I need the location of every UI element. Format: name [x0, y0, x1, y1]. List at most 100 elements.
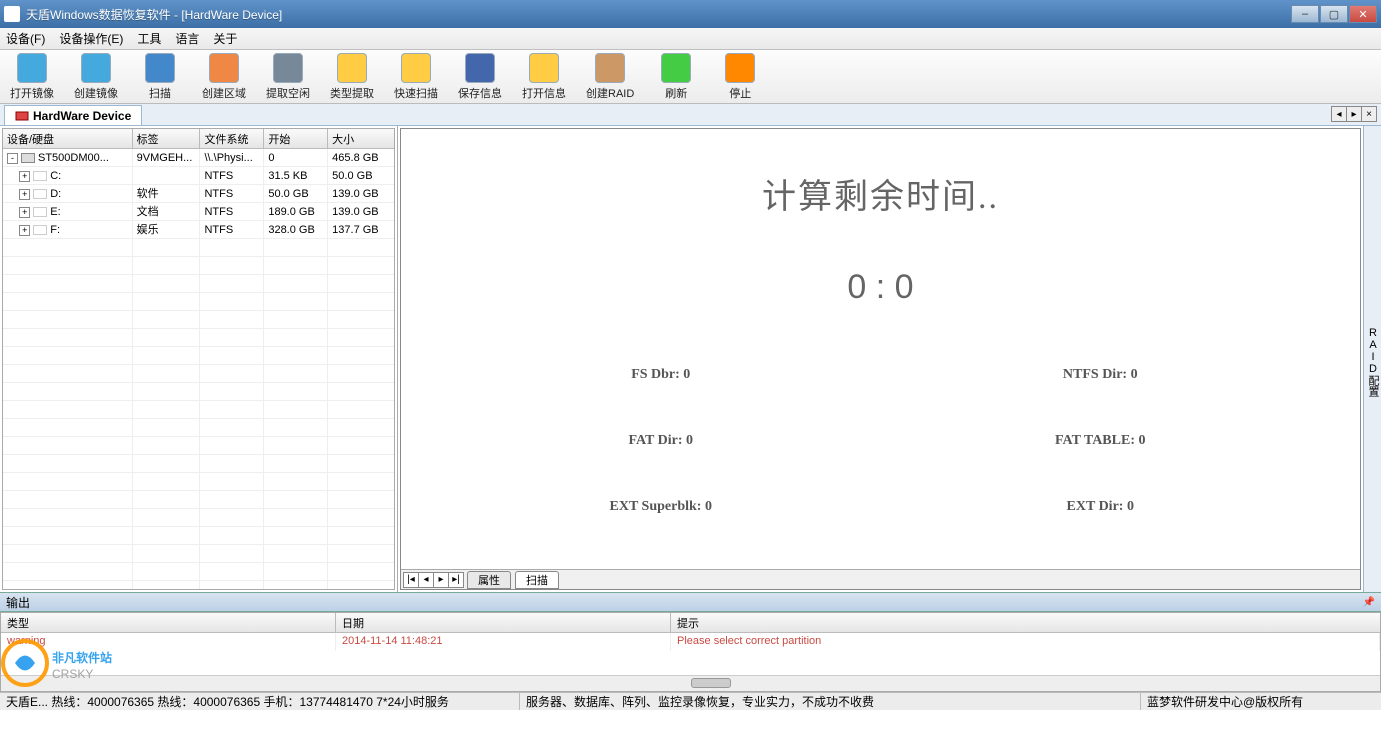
menu-device-ops[interactable]: 设备操作(E) [59, 30, 123, 47]
toolbar-stop-button[interactable]: 停止 [718, 53, 762, 101]
device-row-empty [3, 257, 394, 275]
pane-nav-prev[interactable]: ◂ [418, 572, 434, 588]
menu-language[interactable]: 语言 [175, 30, 199, 47]
toolbar-open-info-button[interactable]: 打开信息 [522, 53, 566, 101]
status-mid: 服务器、数据库、阵列、监控录像恢复，专业实力，不成功不收费 [520, 693, 1141, 710]
header-device[interactable]: 设备/硬盘 [3, 129, 133, 148]
minimize-button[interactable]: – [1291, 5, 1319, 23]
menu-about[interactable]: 关于 [213, 30, 237, 47]
window-title: 天盾Windows数据恢复软件 - [HardWare Device] [26, 6, 1291, 23]
tree-expander[interactable]: + [19, 171, 30, 182]
header-fs[interactable]: 文件系统 [200, 129, 264, 148]
document-tab-hardware-device[interactable]: HardWare Device [4, 105, 142, 125]
pane-nav-next[interactable]: ▸ [433, 572, 449, 588]
tab-nav-next[interactable]: ▸ [1346, 106, 1362, 122]
device-row-empty [3, 401, 394, 419]
toolbar-label: 保存信息 [458, 85, 502, 101]
toolbar-label: 创建镜像 [74, 85, 118, 101]
device-row[interactable]: +E:文档NTFS189.0 GB139.0 GB [3, 203, 394, 221]
toolbar-type-extract-button[interactable]: 类型提取 [330, 53, 374, 101]
tree-expander[interactable]: + [19, 225, 30, 236]
device-row-empty [3, 473, 394, 491]
stat-fat-dir: FAT Dir: 0 [441, 433, 881, 449]
toolbar-create-image-button[interactable]: 创建镜像 [74, 53, 118, 101]
pane-tab-scan[interactable]: 扫描 [515, 571, 559, 589]
output-col-type[interactable]: 类型 [1, 613, 336, 632]
output-header: 输出 📌 [0, 592, 1381, 612]
toolbar-create-raid-button[interactable]: 创建RAID [586, 53, 634, 101]
device-row-empty [3, 365, 394, 383]
device-row-empty [3, 329, 394, 347]
quick-scan-icon [401, 53, 431, 83]
status-right: 蓝梦软件研发中心@版权所有 [1141, 693, 1381, 710]
menu-device[interactable]: 设备(F) [6, 30, 45, 47]
device-table-header: 设备/硬盘 标签 文件系统 开始 大小 [3, 129, 394, 149]
tree-expander[interactable]: + [19, 207, 30, 218]
device-row-empty [3, 293, 394, 311]
document-tab-strip: HardWare Device ◂ ▸ × [0, 104, 1381, 126]
create-image-icon [81, 53, 111, 83]
device-row-empty [3, 311, 394, 329]
toolbar-scan-button[interactable]: 扫描 [138, 53, 182, 101]
device-row-empty [3, 275, 394, 293]
create-raid-icon [595, 53, 625, 83]
document-tab-label: HardWare Device [33, 109, 131, 123]
maximize-button[interactable]: ▢ [1320, 5, 1348, 23]
header-start[interactable]: 开始 [264, 129, 328, 148]
close-button[interactable]: ✕ [1349, 5, 1377, 23]
toolbar-refresh-button[interactable]: 刷新 [654, 53, 698, 101]
output-scrollbar[interactable] [1, 675, 1380, 691]
header-label[interactable]: 标签 [133, 129, 201, 148]
device-row[interactable]: -ST500DM00...9VMGEH...\\.\Physi...0465.8… [3, 149, 394, 167]
pane-nav-first[interactable]: |◂ [403, 572, 419, 588]
tree-expander[interactable]: + [19, 189, 30, 200]
toolbar-open-image-button[interactable]: 打开镜像 [10, 53, 54, 101]
device-row[interactable]: +D:软件NTFS50.0 GB139.0 GB [3, 185, 394, 203]
tree-expander[interactable]: - [7, 153, 18, 164]
device-row-empty [3, 347, 394, 365]
output-pin-icon[interactable]: 📌 [1363, 597, 1375, 608]
device-row-empty [3, 491, 394, 509]
status-left: 天盾E... 热线：4000076365 热线：4000076365 手机：13… [0, 693, 520, 710]
output-row[interactable]: warning2014-11-14 11:48:21Please select … [1, 633, 1380, 651]
device-row-empty [3, 563, 394, 581]
device-row-empty [3, 509, 394, 527]
output-panel: 类型 日期 提示 warning2014-11-14 11:48:21Pleas… [0, 612, 1381, 692]
tab-nav-prev[interactable]: ◂ [1331, 106, 1347, 122]
disk-icon [21, 153, 35, 163]
stat-fat-table: FAT TABLE: 0 [881, 433, 1321, 449]
toolbar-quick-scan-button[interactable]: 快速扫描 [394, 53, 438, 101]
disk-icon [15, 109, 29, 123]
output-col-msg[interactable]: 提示 [671, 613, 1380, 632]
stat-ext-dir: EXT Dir: 0 [881, 499, 1321, 515]
pane-nav-last[interactable]: ▸| [448, 572, 464, 588]
type-extract-icon [337, 53, 367, 83]
toolbar-label: 停止 [729, 85, 751, 101]
volume-icon [33, 207, 47, 217]
toolbar-extract-free-button[interactable]: 提取空闲 [266, 53, 310, 101]
scan-status-pane: 计算剩余时间.. 0 : 0 FS Dbr: 0 NTFS Dir: 0 FAT… [400, 128, 1361, 590]
header-size[interactable]: 大小 [328, 129, 394, 148]
output-title: 输出 [6, 594, 30, 611]
stat-ext-superblk: EXT Superblk: 0 [441, 499, 881, 515]
title-bar: 天盾Windows数据恢复软件 - [HardWare Device] – ▢ … [0, 0, 1381, 28]
device-row-empty [3, 581, 394, 590]
toolbar-label: 类型提取 [330, 85, 374, 101]
toolbar-create-region-button[interactable]: 创建区域 [202, 53, 246, 101]
toolbar-save-info-button[interactable]: 保存信息 [458, 53, 502, 101]
stop-icon [725, 53, 755, 83]
open-info-icon [529, 53, 559, 83]
tab-nav-close[interactable]: × [1361, 106, 1377, 122]
device-row-empty [3, 527, 394, 545]
device-row[interactable]: +C:NTFS31.5 KB50.0 GB [3, 167, 394, 185]
volume-icon [33, 171, 47, 181]
vertical-tab-raid-config[interactable]: RAID配置 [1363, 126, 1381, 592]
menu-tools[interactable]: 工具 [137, 30, 161, 47]
volume-icon [33, 225, 47, 235]
pane-tab-properties[interactable]: 属性 [467, 571, 511, 589]
device-row[interactable]: +F:娱乐NTFS328.0 GB137.7 GB [3, 221, 394, 239]
device-row-empty [3, 239, 394, 257]
device-row-empty [3, 383, 394, 401]
output-col-date[interactable]: 日期 [336, 613, 671, 632]
stat-ntfs-dir: NTFS Dir: 0 [881, 367, 1321, 383]
